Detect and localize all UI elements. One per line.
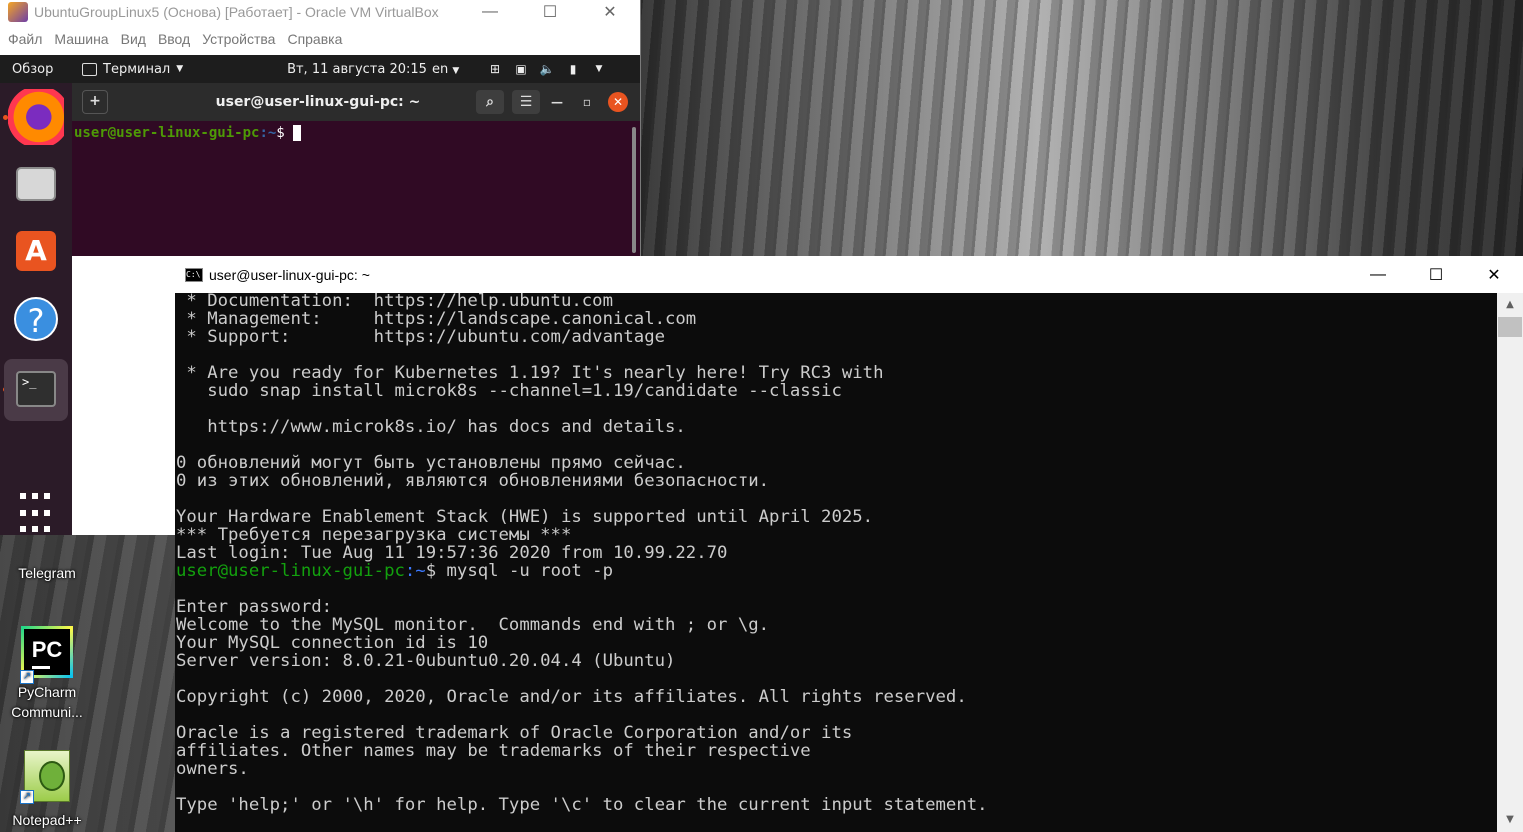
virtualbox-logo-icon [8,2,28,22]
new-tab-icon[interactable]: + [82,90,108,114]
console-line: * Support: https://ubuntu.com/advantage [176,327,665,347]
close-icon[interactable]: ✕ [1465,265,1523,285]
gnome-terminal-title: user@user-linux-gui-pc: ~ [215,94,421,110]
console-title: user@user-linux-gui-pc: ~ [209,266,370,283]
minimize-icon[interactable]: — [544,95,570,109]
windows-console-window: C:\ user@user-linux-gui-pc: ~ — ☐ ✕ * Do… [175,256,1523,832]
battery-icon[interactable]: ▮ [560,62,586,76]
console-titlebar: C:\ user@user-linux-gui-pc: ~ — ☐ ✕ [175,256,1523,293]
console-output[interactable]: * Documentation: https://help.ubuntu.com… [175,293,1497,832]
shortcut-arrow-icon: ↗ [20,790,34,804]
virtualbox-titlebar: UbuntuGroupLinux5 (Основа) [Работает] - … [0,0,640,24]
console-line: Your Hardware Enablement Stack (HWE) is … [176,507,874,527]
menu-machine[interactable]: Машина [54,31,108,47]
console-line: Last login: Tue Aug 11 19:57:36 2020 fro… [176,543,728,563]
maximize-icon[interactable]: ▫ [574,95,600,109]
console-lines: * Documentation: https://help.ubuntu.com… [175,293,988,832]
volume-icon[interactable]: 🔈 [534,62,560,76]
clock[interactable]: Вт, 11 августа 20:15 [282,62,432,77]
console-line: Server version: 8.0.21-0ubuntu0.20.04.4 … [176,651,676,671]
desktop-icon-pycharm[interactable]: PC ↗ PyCharm Communi... [2,626,92,722]
scroll-down-icon[interactable]: ▼ [1497,808,1523,832]
ubuntu-top-bar: Обзор Терминал ▼ Вт, 11 августа 20:15 en… [0,55,640,83]
console-line: Welcome to the MySQL monitor. Commands e… [176,615,770,635]
maximize-icon[interactable]: ☐ [520,2,580,22]
menu-input[interactable]: Ввод [158,31,190,47]
ubuntu-dock [0,83,72,535]
console-line: Your MySQL connection id is 10 [176,633,489,653]
desktop-icon-notepad[interactable]: ↗ Notepad++ [2,750,92,830]
terminal-icon[interactable] [4,359,68,421]
console-line: 0 обновлений могут быть установлены прям… [176,453,686,473]
console-scrollbar[interactable]: ▲ ▼ [1497,293,1523,832]
gnome-terminal-body[interactable]: user@user-linux-gui-pc:~$ [72,121,640,256]
telegram-label: Telegram [18,565,76,581]
maximize-icon[interactable]: ☐ [1407,265,1465,285]
console-line: 0 из этих обновлений, являются обновлени… [176,471,770,491]
system-menu-chevron-icon[interactable]: ▼ [586,64,612,74]
help-icon[interactable] [8,291,64,347]
menu-view[interactable]: Вид [121,31,146,47]
console-prompt-line: user@user-linux-gui-pc:~$ mysql -u root … [176,561,613,581]
apps-grid-icon[interactable] [8,481,64,537]
console-line: owners. [176,759,249,779]
gnome-terminal-prompt: user@user-linux-gui-pc:~$ [74,125,302,141]
scroll-up-icon[interactable]: ▲ [1497,293,1523,317]
search-icon[interactable]: ⌕ [476,90,504,114]
console-line: Enter password: [176,597,333,617]
desktop-wallpaper-detail [640,0,1523,256]
notepad-label: Notepad++ [12,812,82,828]
close-icon[interactable]: ✕ [608,92,628,112]
activities-button[interactable]: Обзор [12,62,82,77]
console-line: *** Требуется перезагрузка системы *** [176,525,572,545]
desktop-icon-telegram[interactable]: Telegram [2,563,92,583]
software-icon[interactable] [8,223,64,279]
console-line: * Management: https://landscape.canonica… [176,309,697,329]
pycharm-label: PyCharm Communi... [11,684,83,720]
virtualbox-menubar: Файл Машина Вид Ввод Устройства Справка [0,24,640,54]
menu-devices[interactable]: Устройства [202,31,275,47]
firefox-icon[interactable] [8,89,64,145]
console-line: Oracle is a registered trademark of Orac… [176,723,853,743]
console-line: * Documentation: https://help.ubuntu.com [176,293,613,311]
keyboard-layout[interactable]: en ▼ [432,62,482,77]
scrollbar[interactable] [632,127,636,253]
chevron-down-icon: ▼ [176,64,184,74]
menu-help[interactable]: Справка [287,31,342,47]
close-icon[interactable]: ✕ [580,2,640,22]
menu-file[interactable]: Файл [8,31,42,47]
hamburger-menu-icon[interactable]: ☰ [512,90,540,114]
console-app-icon: C:\ [185,267,203,282]
console-line: sudo snap install microk8s --channel=1.1… [176,381,842,401]
console-line: * Are you ready for Kubernetes 1.19? It'… [176,363,884,383]
app-menu-terminal[interactable]: Терминал ▼ [82,62,282,77]
app-menu-label: Терминал [103,61,171,77]
terminal-small-icon [82,62,97,76]
files-icon[interactable] [8,155,64,211]
console-line: affiliates. Other names may be trademark… [176,741,811,761]
console-line: https://www.microk8s.io/ has docs and de… [176,417,686,437]
console-line: Copyright (c) 2000, 2020, Oracle and/or … [176,687,967,707]
gnome-terminal-header: + user@user-linux-gui-pc: ~ ⌕ ☰ — ▫ ✕ [72,83,640,121]
minimize-icon[interactable]: — [1349,266,1407,284]
console-line: Type 'help;' or '\h' for help. Type '\c'… [176,795,988,815]
minimize-icon[interactable]: — [460,3,520,21]
text-cursor [293,125,302,141]
virtualbox-title: UbuntuGroupLinux5 (Основа) [Работает] - … [34,4,439,20]
vpn-icon[interactable]: ▣ [508,62,534,76]
scroll-thumb[interactable] [1498,317,1522,337]
network-icon[interactable]: ⊞ [482,62,508,76]
shortcut-arrow-icon: ↗ [20,670,34,684]
